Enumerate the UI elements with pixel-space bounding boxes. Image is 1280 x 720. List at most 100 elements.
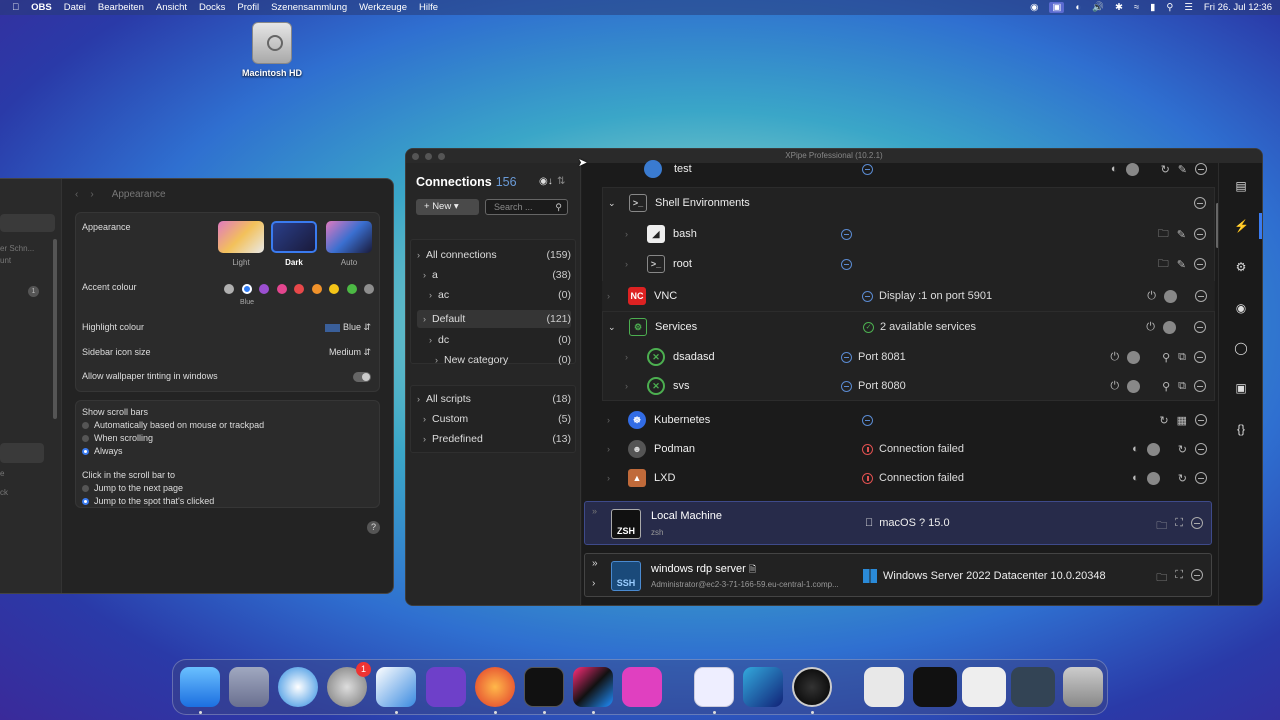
chevron-down-icon[interactable]: ⌄ <box>608 312 616 342</box>
tree-item-a[interactable]: › a (38) <box>423 266 571 284</box>
list-item[interactable]: › NC VNC Display :1 on port 5901 ⏻ <box>602 281 1215 311</box>
chevron-right-icon[interactable]: › <box>625 371 628 401</box>
tree-item-all-connections[interactable]: › All connections (159) <box>417 246 571 264</box>
tree-item-new-category[interactable]: › New category (0) <box>435 351 571 369</box>
zoom-button[interactable] <box>438 153 445 160</box>
list-item[interactable]: ⌄ >_ Shell Environments <box>603 188 1214 218</box>
accent-swatch[interactable] <box>224 284 234 294</box>
github-desktop-icon[interactable] <box>426 667 466 707</box>
mode-light-thumb[interactable] <box>218 221 264 253</box>
sidebar-icon-select[interactable]: Medium ⇵ <box>329 347 371 358</box>
firefox-icon[interactable] <box>475 667 515 707</box>
chevron-right-icon[interactable]: › <box>592 578 595 589</box>
battery-icon[interactable]: ▮ <box>1150 2 1155 13</box>
update-icon[interactable]: ◉ <box>1234 301 1248 315</box>
tree-item-default[interactable]: › Default (121) <box>417 310 571 328</box>
accent-swatch[interactable] <box>311 284 322 294</box>
click-opt-spot[interactable]: Jump to the spot that's clicked <box>82 496 214 506</box>
click-opt-next-page[interactable]: Jump to the next page <box>82 483 183 493</box>
scroll-opt-always[interactable]: Always <box>82 446 123 456</box>
recent-window-thumb[interactable] <box>962 667 1006 707</box>
back-icon[interactable]: ‹ <box>75 189 78 200</box>
menu-docks[interactable]: Docks <box>199 2 225 13</box>
remote-desktop-icon[interactable] <box>376 667 416 707</box>
settings-gear-icon[interactable]: ⚙ <box>1234 260 1248 274</box>
menu-ansicht[interactable]: Ansicht <box>156 2 187 13</box>
forward-icon[interactable]: › <box>90 189 93 200</box>
intellij-icon[interactable] <box>573 667 613 707</box>
screen-share-icon[interactable]: ▣ <box>1049 2 1065 13</box>
launchpad-icon[interactable] <box>229 667 269 707</box>
menu-werkzeuge[interactable]: Werkzeuge <box>359 2 407 13</box>
bluetooth-icon[interactable]: ✱ <box>1115 2 1123 13</box>
desktop-disk-icon[interactable]: Macintosh HD <box>236 22 308 78</box>
spotlight-icon[interactable]: ⚲ <box>1166 2 1173 13</box>
chevron-right-icon[interactable]: › <box>625 249 628 279</box>
list-item[interactable]: › ☻ Podman Connection failed ◐ ↻ <box>602 434 1215 464</box>
sort-alpha-icon[interactable]: ⇅ <box>557 176 565 187</box>
help-button[interactable]: ? <box>367 521 380 534</box>
chevron-right-icon[interactable]: › <box>607 434 610 464</box>
trash-icon[interactable] <box>1063 667 1103 707</box>
sidebar-scrollbar[interactable] <box>53 239 57 419</box>
feedback-app-icon[interactable] <box>622 667 662 707</box>
tree-item-predefined[interactable]: › Predefined (13) <box>423 430 571 448</box>
chevron-right-icon[interactable]: › <box>625 342 628 372</box>
plug-icon[interactable]: ⚡ <box>1234 219 1249 233</box>
recent-window-thumb[interactable] <box>1011 667 1055 707</box>
xpipe-app-icon[interactable] <box>694 667 734 707</box>
chevron-right-icon[interactable]: › <box>607 281 610 311</box>
tree-item-custom[interactable]: › Custom (5) <box>423 410 571 428</box>
rdp-server-card[interactable]: » › SSH windows rdp server 🗎 Administrat… <box>584 553 1212 597</box>
tinting-toggle[interactable] <box>353 372 371 382</box>
wifi-icon[interactable]: ≈ <box>1134 2 1139 13</box>
mode-auto-thumb[interactable] <box>326 221 372 253</box>
obs-status-icon[interactable]: ◉ <box>1030 2 1038 13</box>
api-braces-icon[interactable]: {} <box>1234 422 1248 436</box>
accent-swatch[interactable] <box>241 284 252 294</box>
menu-app-name[interactable]: OBS <box>31 2 52 13</box>
list-item[interactable]: ⌄ ⚙ Services ✓ 2 available services ⏻ <box>603 312 1214 342</box>
volume-icon[interactable]: 🔊 <box>1092 2 1104 13</box>
obs-icon[interactable] <box>792 667 832 707</box>
chevron-right-icon[interactable]: › <box>607 405 610 435</box>
chevron-right-icon[interactable]: › <box>607 463 610 493</box>
list-item[interactable]: › ✕ dsadasd Port 8081 ⏻ ⚲ ⧉ <box>603 342 1214 372</box>
search-input[interactable]: Search ... ⚲ <box>485 199 568 215</box>
expand-icon[interactable]: » <box>592 558 598 569</box>
finder-icon[interactable] <box>180 667 220 707</box>
mode-dark-thumb[interactable] <box>271 221 317 253</box>
local-machine-card[interactable]: » ZSH Local Machine zsh macOS ? 15.0 🗀 ⛶ <box>584 501 1212 545</box>
scroll-opt-scrolling[interactable]: When scrolling <box>82 433 153 443</box>
chevron-right-icon[interactable]: › <box>625 219 628 249</box>
list-item[interactable]: test ◐ ↻ ✎ <box>602 154 1215 184</box>
menu-szenensammlung[interactable]: Szenensammlung <box>271 2 347 13</box>
accent-swatch[interactable] <box>294 284 304 294</box>
accent-swatch[interactable] <box>346 284 357 294</box>
menu-bearbeiten[interactable]: Bearbeiten <box>98 2 144 13</box>
new-button[interactable]: + New ▾ <box>416 199 479 215</box>
accent-swatch[interactable] <box>276 284 287 294</box>
tree-item-ac[interactable]: › ac (0) <box>429 286 571 304</box>
menu-hilfe[interactable]: Hilfe <box>419 2 438 13</box>
scroll-opt-auto[interactable]: Automatically based on mouse or trackpad <box>82 420 264 430</box>
apple-icon[interactable]:  <box>12 2 19 13</box>
tree-item-dc[interactable]: › dc (0) <box>429 331 571 349</box>
menu-datei[interactable]: Datei <box>64 2 86 13</box>
menu-profil[interactable]: Profil <box>237 2 259 13</box>
minimize-button[interactable] <box>425 153 432 160</box>
storage-icon[interactable]: ▤ <box>1234 179 1248 193</box>
recent-window-thumb[interactable] <box>913 667 957 707</box>
discord-icon[interactable]: ▣ <box>1234 381 1248 395</box>
control-center-icon[interactable]: ☰ <box>1184 2 1193 13</box>
accent-swatch[interactable] <box>259 284 269 294</box>
sort-icon[interactable]: ◉↓ <box>539 176 553 187</box>
app-status-icon[interactable]: ◐ <box>1075 2 1081 13</box>
sidebar-search-field[interactable] <box>0 214 55 232</box>
list-item[interactable]: › ▲ LXD Connection failed ◐ ↻ <box>602 463 1215 493</box>
highlight-select[interactable]: Blue ⇵ <box>324 322 371 333</box>
sidebar-item-selected[interactable] <box>0 443 44 463</box>
expand-icon[interactable]: » <box>592 506 597 516</box>
safari-icon[interactable] <box>278 667 318 707</box>
downloads-stack-icon[interactable] <box>864 667 904 707</box>
